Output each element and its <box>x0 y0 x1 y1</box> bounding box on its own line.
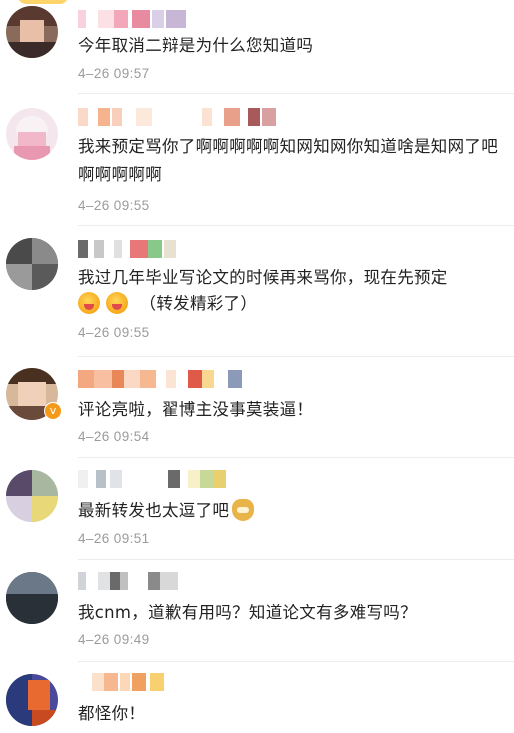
username-pixelated[interactable] <box>78 240 188 258</box>
drool-emoji <box>106 292 128 314</box>
username-pixelated[interactable] <box>78 673 168 691</box>
comment-text: 我来预定骂你了啊啊啊啊啊知网知网你知道啥是知网了吧啊啊啊啊啊 <box>78 137 498 184</box>
comment-text: 最新转发也太逗了吧 <box>78 497 503 525</box>
divider <box>78 661 514 662</box>
doge-emoji <box>232 499 255 521</box>
comment-time: 4–26 09:49 <box>78 632 150 647</box>
divider <box>78 559 514 560</box>
divider <box>78 225 514 226</box>
top-tab-fragment <box>18 0 68 4</box>
avatar[interactable] <box>6 572 58 624</box>
drool-emoji <box>78 292 100 314</box>
divider <box>78 457 514 458</box>
comment-text: 评论亮啦，翟博主没事莫装逼！ <box>78 400 314 419</box>
comment-emoji-line: （转发精彩了） <box>78 290 503 318</box>
comment-emoji-caption: （转发精彩了） <box>139 294 258 313</box>
comment-time: 4–26 09:55 <box>78 198 150 213</box>
comment-text: 我cnm，道歉有用吗？知道论文有多难写吗？ <box>78 603 417 622</box>
avatar[interactable] <box>6 470 58 522</box>
username-pixelated[interactable] <box>78 108 278 126</box>
username-pixelated[interactable] <box>78 10 188 28</box>
divider <box>78 356 514 357</box>
comment-time: 4–26 09:54 <box>78 429 150 444</box>
comment-text: 我过几年毕业写论文的时候再来骂你，现在先预定 <box>78 268 448 287</box>
comment-time: 4–26 09:51 <box>78 531 150 546</box>
comment-time: 4–26 09:55 <box>78 325 150 340</box>
verified-badge-icon: v <box>44 402 62 420</box>
username-pixelated[interactable] <box>78 470 238 488</box>
comment-text: 都怪你！ <box>78 704 146 723</box>
comment-text: 今年取消二辩是为什么您知道吗 <box>78 36 314 55</box>
avatar[interactable] <box>6 6 58 58</box>
divider <box>78 93 514 94</box>
avatar[interactable] <box>6 238 58 290</box>
comment-text-content: 最新转发也太逗了吧 <box>78 501 230 520</box>
avatar[interactable] <box>6 674 58 726</box>
username-pixelated[interactable] <box>78 572 188 590</box>
username-pixelated[interactable] <box>78 370 248 388</box>
comment-time: 4–26 09:57 <box>78 66 150 81</box>
avatar[interactable] <box>6 108 58 160</box>
